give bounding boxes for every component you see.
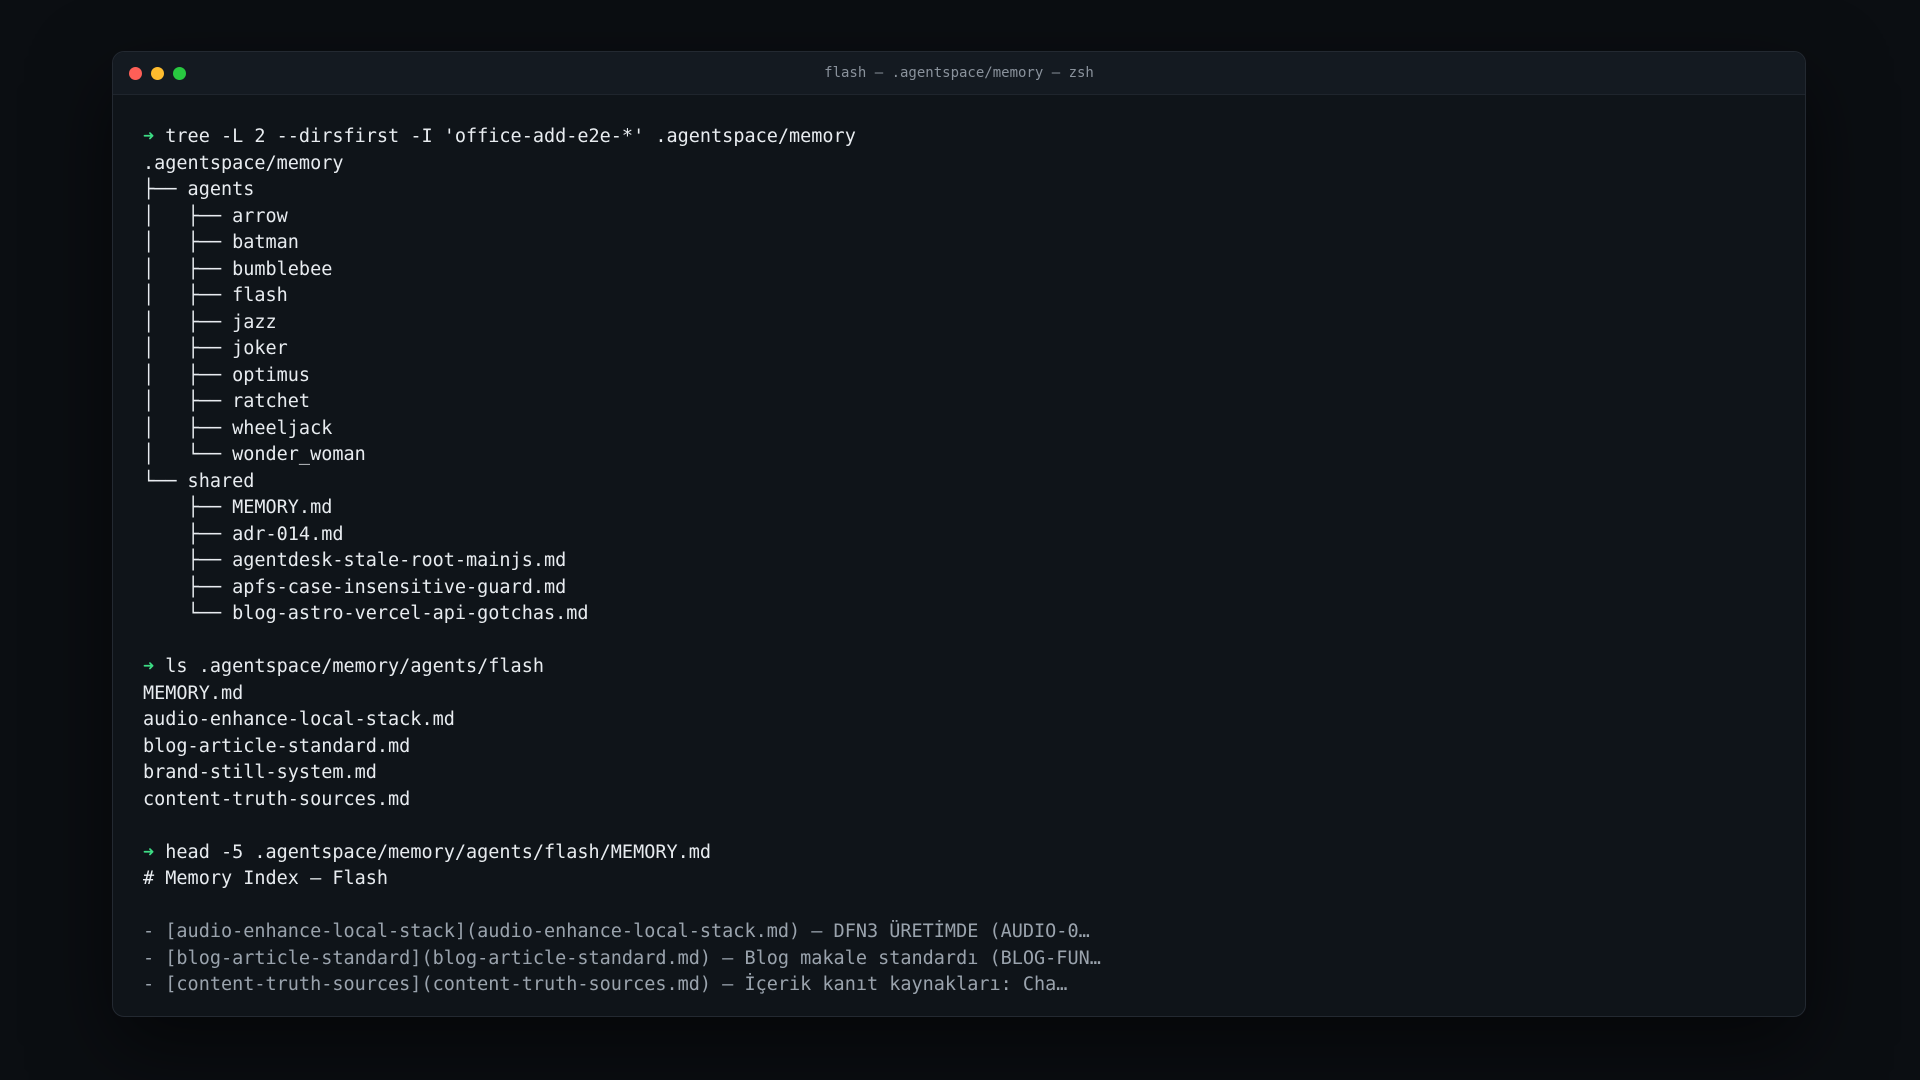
output-line: audio-enhance-local-stack.md bbox=[143, 709, 455, 730]
output-line: │ ├── batman bbox=[143, 232, 299, 253]
output-line: │ ├── bumblebee bbox=[143, 258, 333, 280]
output-line: MEMORY.md bbox=[143, 682, 244, 704]
output-line: - [audio-enhance-local-stack](audio-enha… bbox=[143, 921, 1090, 942]
output-line: - [content-truth-sources](content-truth-… bbox=[143, 974, 1068, 995]
output-line: │ ├── arrow bbox=[143, 205, 288, 227]
output-line: ├── agents bbox=[143, 179, 255, 200]
output-line: │ ├── flash bbox=[143, 285, 288, 306]
output-line: - [blog-article-standard](blog-article-s… bbox=[143, 947, 1101, 969]
prompt-line: ➜ tree -L 2 --dirsfirst -I 'office-add-e… bbox=[143, 124, 1775, 151]
output-line: │ ├── ratchet bbox=[143, 391, 311, 412]
title-bar[interactable]: flash — .agentspace/memory — zsh bbox=[113, 52, 1805, 95]
terminal-window: flash — .agentspace/memory — zsh ➜ tree … bbox=[112, 51, 1806, 1017]
prompt-arrow-icon: ➜ bbox=[143, 656, 155, 677]
output-line: # Memory Index — Flash bbox=[143, 868, 389, 889]
prompt-arrow-icon: ➜ bbox=[143, 841, 155, 863]
output-line: ├── agentdesk-stale-root-mainjs.md bbox=[143, 550, 567, 571]
command-text: ls .agentspace/memory/agents/flash bbox=[154, 656, 544, 677]
prompt-line: ➜ ls .agentspace/memory/agents/flash bbox=[143, 654, 1775, 681]
output-line: │ ├── wheeljack bbox=[143, 417, 333, 439]
output-line: ├── apfs-case-insensitive-guard.md bbox=[143, 576, 567, 598]
prompt-arrow-icon: ➜ bbox=[143, 126, 155, 147]
output-line: ├── adr-014.md bbox=[143, 523, 344, 545]
terminal-output[interactable]: ➜ tree -L 2 --dirsfirst -I 'office-add-e… bbox=[113, 95, 1805, 999]
output-line: │ ├── optimus bbox=[143, 364, 311, 386]
output-line: │ ├── jazz bbox=[143, 311, 277, 333]
output-line: │ └── wonder_woman bbox=[143, 444, 366, 465]
output-line: ├── MEMORY.md bbox=[143, 497, 333, 518]
output-line: content-truth-sources.md bbox=[143, 788, 411, 810]
output-line: └── blog-astro-vercel-api-gotchas.md bbox=[143, 603, 589, 624]
command-text: tree -L 2 --dirsfirst -I 'office-add-e2e… bbox=[154, 126, 856, 147]
output-line: brand-still-system.md bbox=[143, 762, 377, 783]
command-text: head -5 .agentspace/memory/agents/flash/… bbox=[154, 841, 712, 863]
output-line: └── shared bbox=[143, 470, 255, 492]
prompt-line: ➜ head -5 .agentspace/memory/agents/flas… bbox=[143, 840, 1775, 867]
output-line: blog-article-standard.md bbox=[143, 735, 411, 757]
output-line: │ ├── joker bbox=[143, 338, 288, 359]
output-line: .agentspace/memory bbox=[143, 152, 344, 174]
window-title: flash — .agentspace/memory — zsh bbox=[824, 65, 1094, 81]
